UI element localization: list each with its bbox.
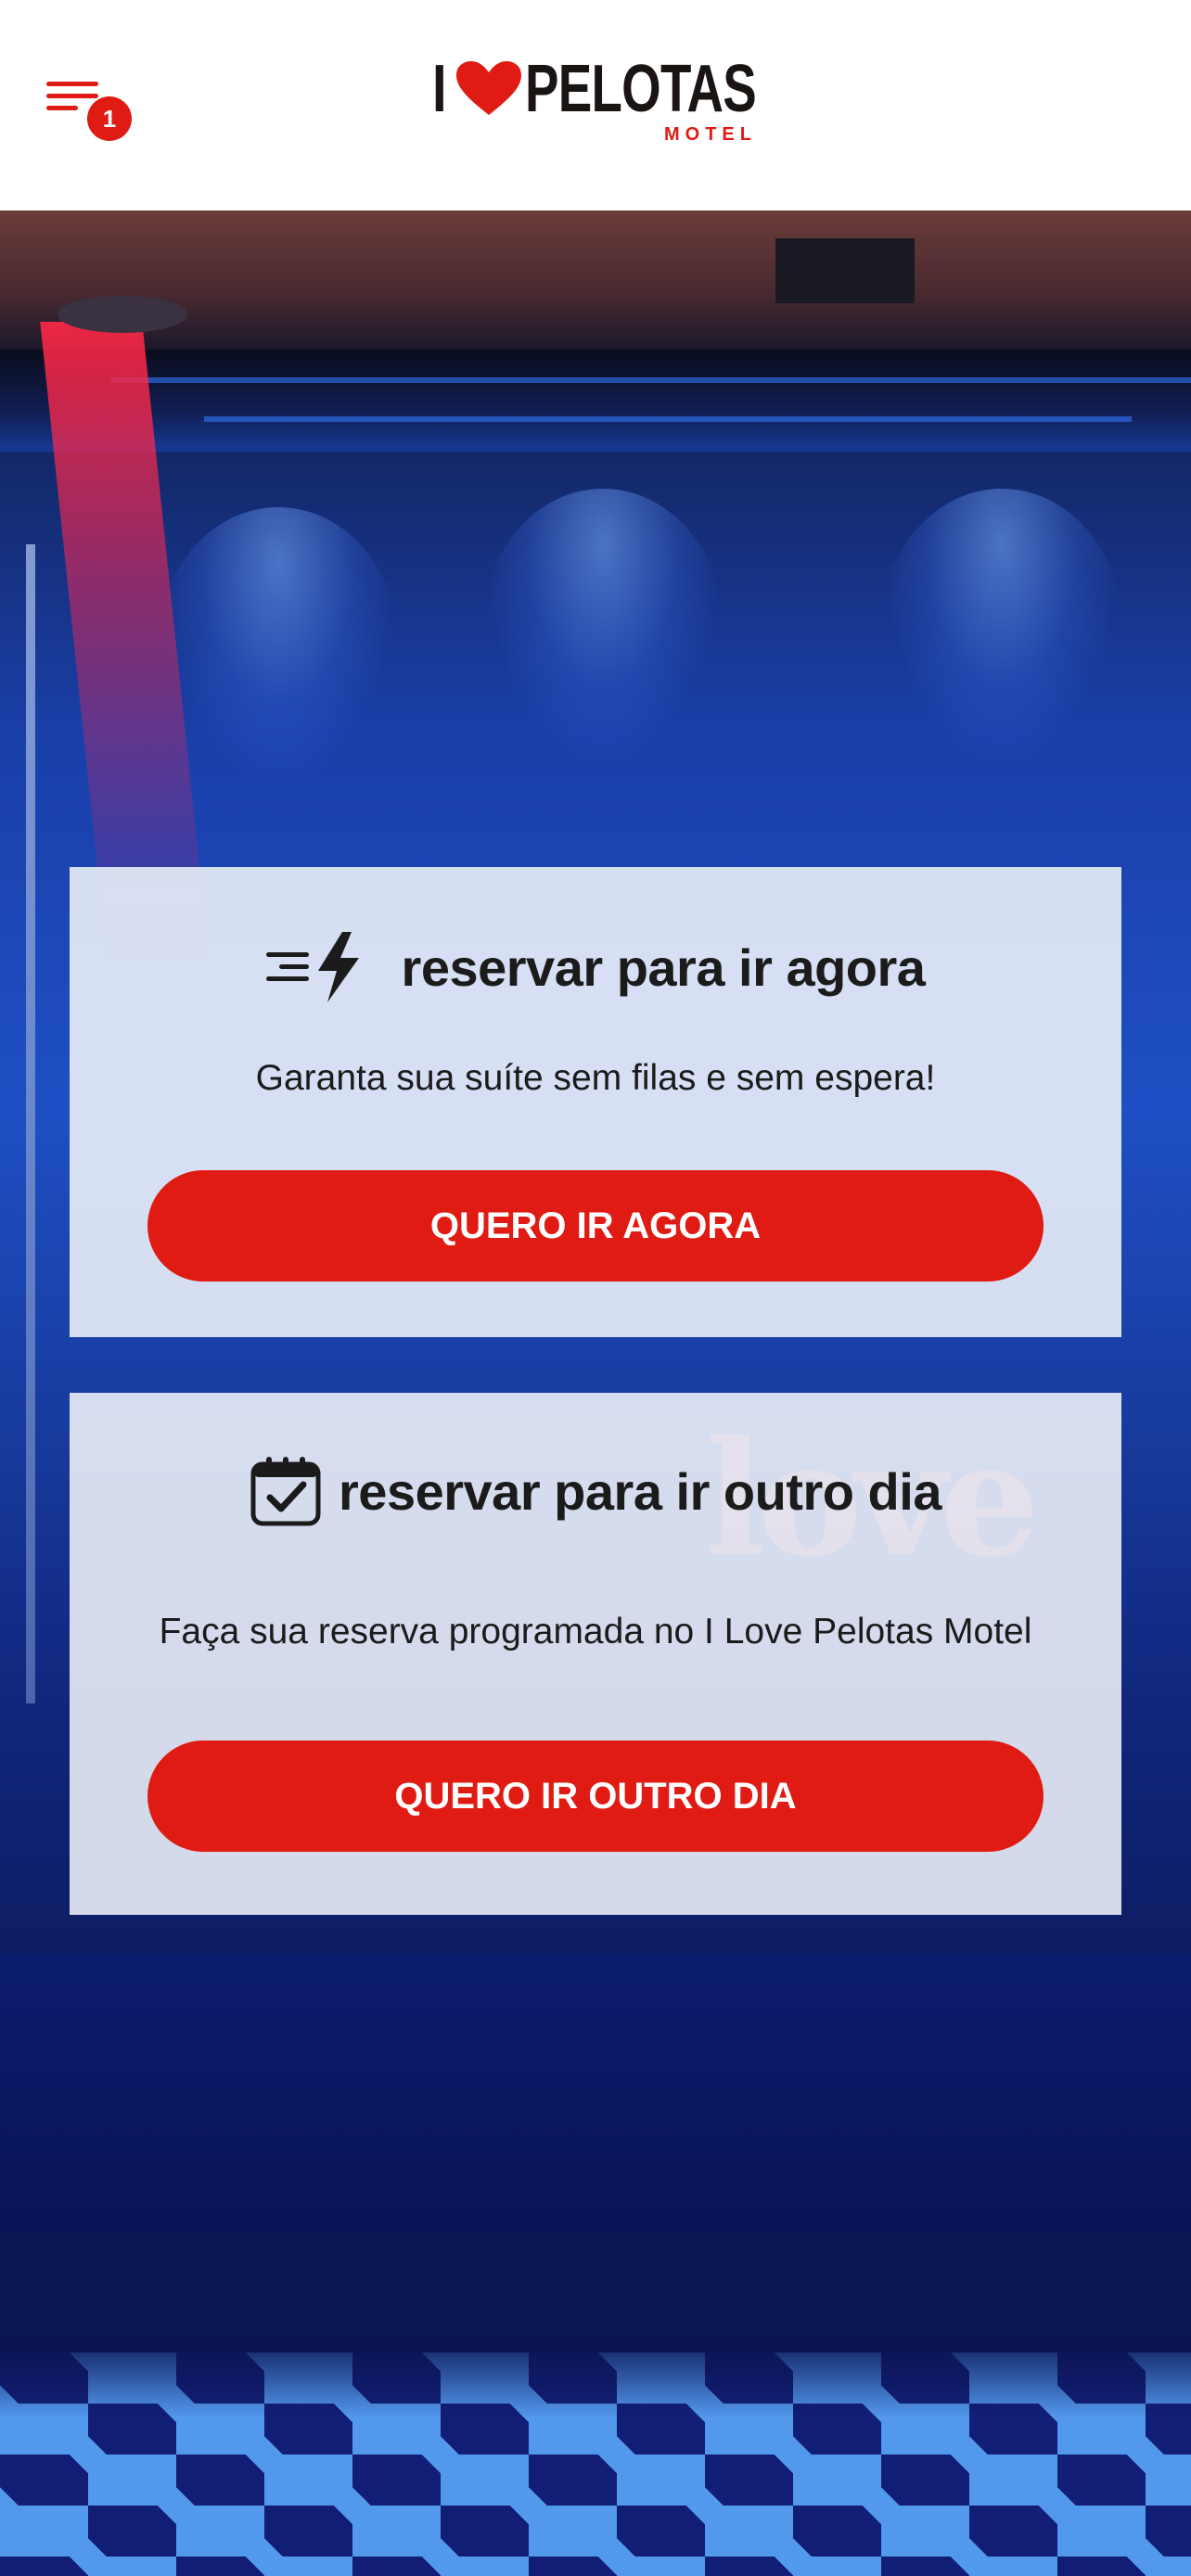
menu-button[interactable]: 1 bbox=[46, 80, 132, 147]
card-header: reservar para ir outro dia bbox=[70, 1447, 1121, 1536]
fast-lightning-icon bbox=[265, 932, 359, 1002]
logo-name: PELOTAS bbox=[525, 52, 757, 126]
bed-base bbox=[0, 1954, 1191, 2232]
card-title: reservar para ir agora bbox=[401, 937, 926, 997]
ceiling bbox=[0, 210, 1191, 359]
spotlight bbox=[158, 507, 399, 785]
logo-subtitle: MOTEL bbox=[664, 124, 757, 145]
heart-icon bbox=[456, 61, 521, 115]
go-another-day-button[interactable]: QUERO IR OUTRO DIA bbox=[147, 1741, 1044, 1852]
card-title: reservar para ir outro dia bbox=[339, 1461, 941, 1521]
app-header: 1 I PELOTAS MOTEL bbox=[0, 0, 1191, 210]
card-description: Garanta sua suíte sem filas e sem espera… bbox=[255, 1058, 936, 1098]
ceiling-beam bbox=[0, 350, 1191, 452]
notification-badge: 1 bbox=[87, 96, 132, 141]
pole bbox=[26, 544, 35, 1703]
reserve-now-card: reservar para ir agora Garanta sua suíte… bbox=[70, 867, 1121, 1337]
spotlight bbox=[881, 489, 1122, 767]
reserve-later-card: reservar para ir outro dia Faça sua rese… bbox=[70, 1393, 1121, 1915]
brand-logo[interactable]: I PELOTAS MOTEL bbox=[432, 52, 759, 148]
calendar-check-icon bbox=[250, 1457, 321, 1526]
shower-head bbox=[58, 296, 187, 333]
go-now-button[interactable]: QUERO IR AGORA bbox=[147, 1170, 1044, 1282]
card-header: reservar para ir agora bbox=[70, 923, 1121, 1012]
ceiling-lamp bbox=[775, 238, 915, 303]
spotlight bbox=[482, 489, 724, 767]
logo-letter-i: I bbox=[432, 52, 447, 126]
card-description: Faça sua reserva programada no I Love Pe… bbox=[159, 1612, 1032, 1651]
